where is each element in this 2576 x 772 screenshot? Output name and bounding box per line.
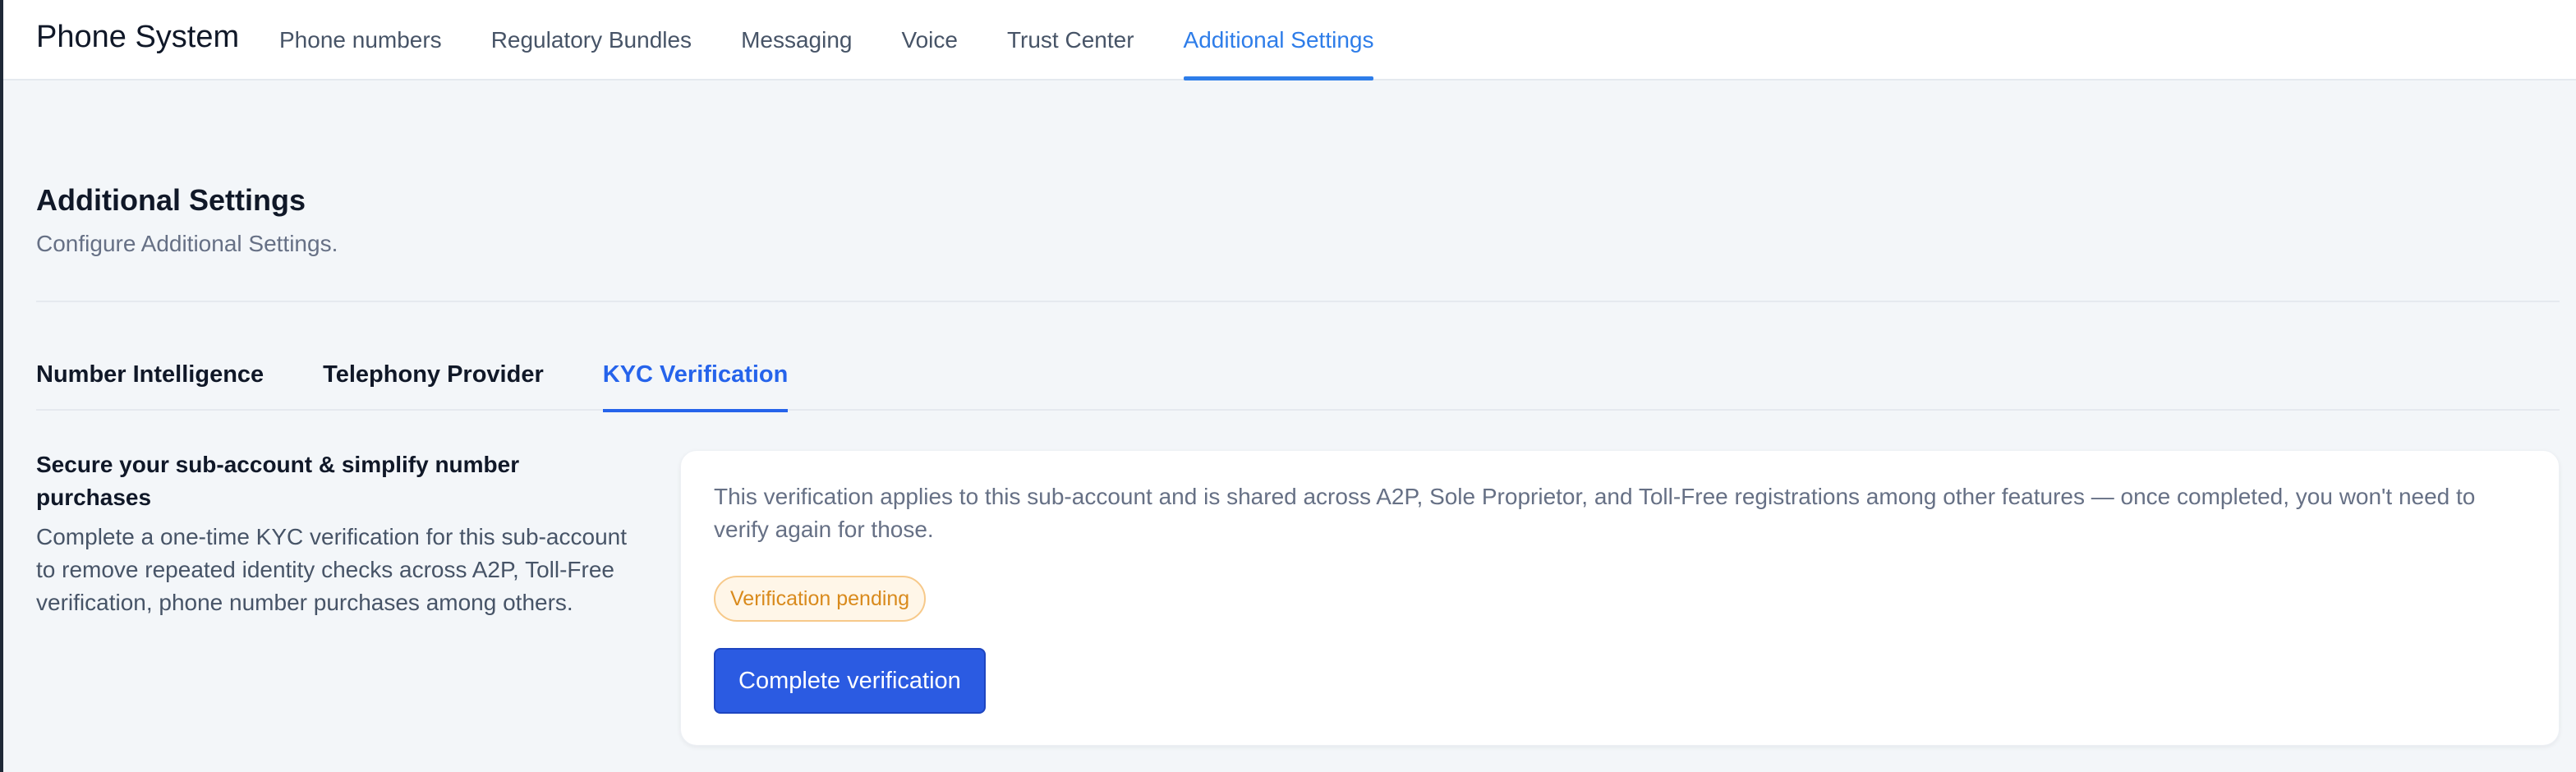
- kyc-section-title: Secure your sub-account & simplify numbe…: [36, 452, 520, 510]
- topnav-trust-center[interactable]: Trust Center: [1007, 0, 1134, 80]
- page-title: Additional Settings: [36, 183, 306, 217]
- status-badge: Verification pending: [714, 576, 927, 622]
- top-bar: Phone System Phone numbers Regulatory Bu…: [3, 0, 2576, 80]
- tab-number-intelligence[interactable]: Number Intelligence: [36, 345, 264, 411]
- topnav-messaging[interactable]: Messaging: [741, 0, 852, 80]
- window-left-edge: [0, 0, 3, 772]
- top-navigation: Phone numbers Regulatory Bundles Messagi…: [279, 0, 1423, 80]
- complete-verification-button[interactable]: Complete verification: [714, 648, 986, 714]
- topnav-regulatory-bundles[interactable]: Regulatory Bundles: [491, 0, 692, 80]
- topnav-voice[interactable]: Voice: [901, 0, 958, 80]
- settings-tabs: Number Intelligence Telephony Provider K…: [36, 345, 2560, 412]
- topnav-additional-settings[interactable]: Additional Settings: [1183, 0, 1373, 80]
- kyc-verification-card: This verification applies to this sub-ac…: [680, 450, 2560, 746]
- section-divider: [36, 301, 2560, 302]
- app-title: Phone System: [36, 20, 240, 54]
- tab-kyc-verification[interactable]: KYC Verification: [602, 345, 788, 412]
- kyc-description: Secure your sub-account & simplify numbe…: [36, 448, 628, 619]
- tab-telephony-provider[interactable]: Telephony Provider: [323, 345, 544, 411]
- kyc-section-description: Complete a one-time KYC verification for…: [36, 524, 627, 615]
- page-subtitle: Configure Additional Settings.: [36, 231, 338, 256]
- topnav-phone-numbers[interactable]: Phone numbers: [279, 0, 442, 80]
- kyc-card-text: This verification applies to this sub-ac…: [714, 484, 2476, 542]
